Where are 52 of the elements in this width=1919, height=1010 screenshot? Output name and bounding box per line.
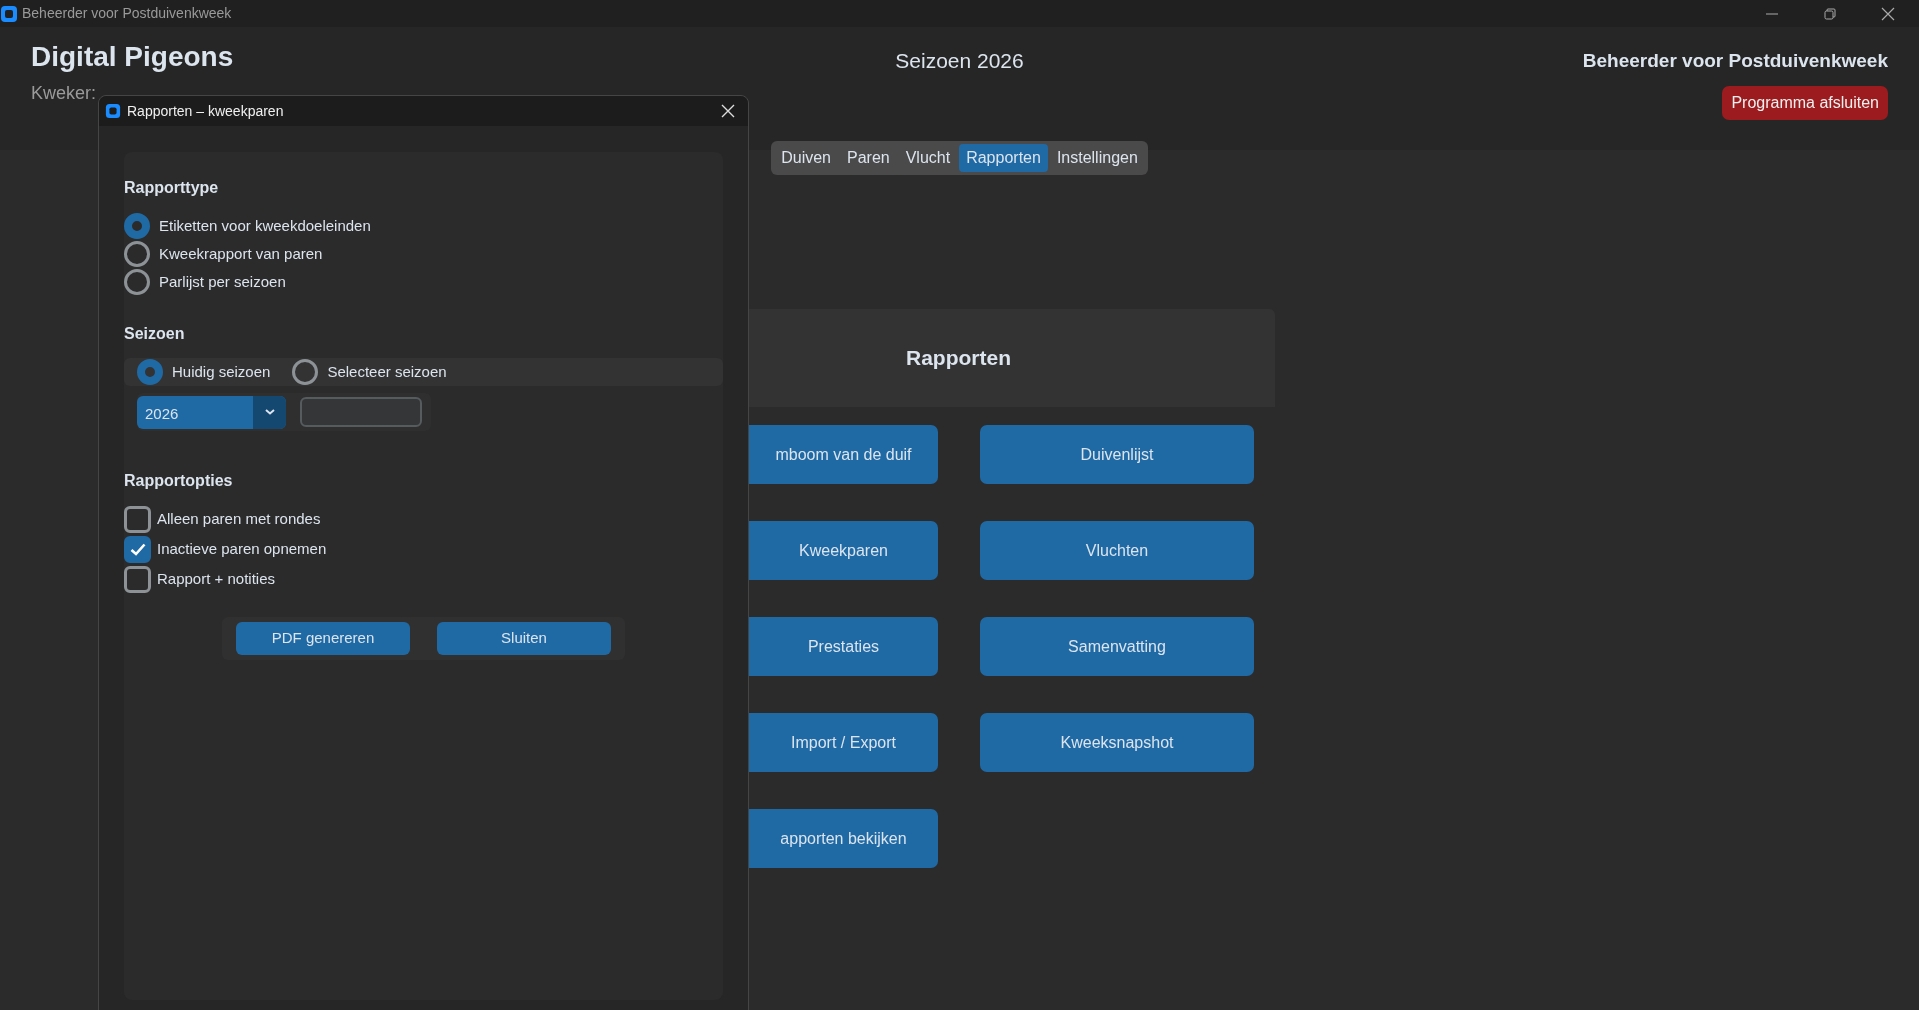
checkbox-label[interactable]: Alleen paren met rondes	[157, 508, 321, 531]
breeder-label: Kweker:	[31, 82, 97, 106]
option-label[interactable]: Etiketten voor kweekdoeleinden	[159, 214, 371, 238]
section-heading: Rapporttype	[124, 178, 220, 198]
checkbox-label[interactable]: Rapport + notities	[157, 568, 275, 591]
window-title: Beheerder voor Postduivenkweek	[22, 4, 232, 23]
app-name: Digital Pigeons	[31, 40, 234, 74]
tab[interactable]: Duiven	[774, 144, 838, 172]
checkbox[interactable]	[124, 566, 151, 593]
dialog-button[interactable]: PDF genereren	[236, 622, 410, 655]
option-label[interactable]: Parlijst per seizoen	[159, 270, 286, 294]
checkbox-label[interactable]: Inactieve paren opnemen	[157, 538, 327, 561]
chevron-down-icon	[264, 409, 275, 415]
report-button[interactable]: Prestaties	[749, 617, 938, 676]
report-button[interactable]: Kweekparen	[749, 521, 938, 580]
radio-button[interactable]	[292, 359, 319, 385]
close-icon	[1881, 6, 1895, 21]
app-title: Beheerder voor Postduivenkweek	[1582, 49, 1888, 73]
report-button[interactable]: Duivenlijst	[980, 425, 1254, 484]
radio-button[interactable]	[124, 269, 150, 295]
exit-button[interactable]: Programma afsluiten	[1722, 85, 1888, 120]
dialog-button[interactable]: Sluiten	[437, 622, 611, 655]
checkbox[interactable]	[124, 536, 151, 563]
season-title: Seizoen 2026	[895, 48, 1024, 74]
section-heading: Rapportopties	[124, 471, 234, 491]
report-button[interactable]: Import / Export	[749, 713, 938, 772]
check-icon	[129, 543, 146, 556]
report-button[interactable]: Samenvatting	[980, 617, 1254, 676]
close-icon	[721, 104, 735, 118]
year-dropdown[interactable]: 2026	[137, 395, 286, 429]
option-label[interactable]: Huidig seizoen	[172, 360, 271, 384]
radio-button[interactable]	[137, 359, 163, 385]
tab[interactable]: Instellingen	[1049, 144, 1145, 172]
section-heading: Seizoen	[124, 324, 186, 344]
option-label[interactable]: Selecteer seizoen	[327, 360, 447, 384]
option-label[interactable]: Kweekrapport van paren	[159, 242, 323, 266]
report-button[interactable]: Vluchten	[980, 521, 1254, 580]
radio-button[interactable]	[124, 213, 150, 239]
restore-icon	[1824, 7, 1836, 20]
tab[interactable]: Rapporten	[959, 144, 1048, 172]
report-button[interactable]: Kweeksnapshot	[980, 713, 1254, 772]
radio-button[interactable]	[124, 241, 150, 267]
season-input-field[interactable]	[300, 397, 422, 427]
report-button[interactable]: mboom van de duif	[749, 425, 938, 484]
tab[interactable]: Paren	[840, 144, 897, 172]
dialog-title: Rapporten – kweekparen	[127, 101, 284, 121]
panel-title: Rapporten	[906, 345, 1011, 372]
minimize-icon	[1766, 12, 1778, 15]
report-button[interactable]: apporten bekijken	[749, 809, 938, 868]
checkbox[interactable]	[124, 506, 151, 533]
tab[interactable]: Vlucht	[898, 144, 958, 172]
app-icon	[105, 103, 121, 119]
